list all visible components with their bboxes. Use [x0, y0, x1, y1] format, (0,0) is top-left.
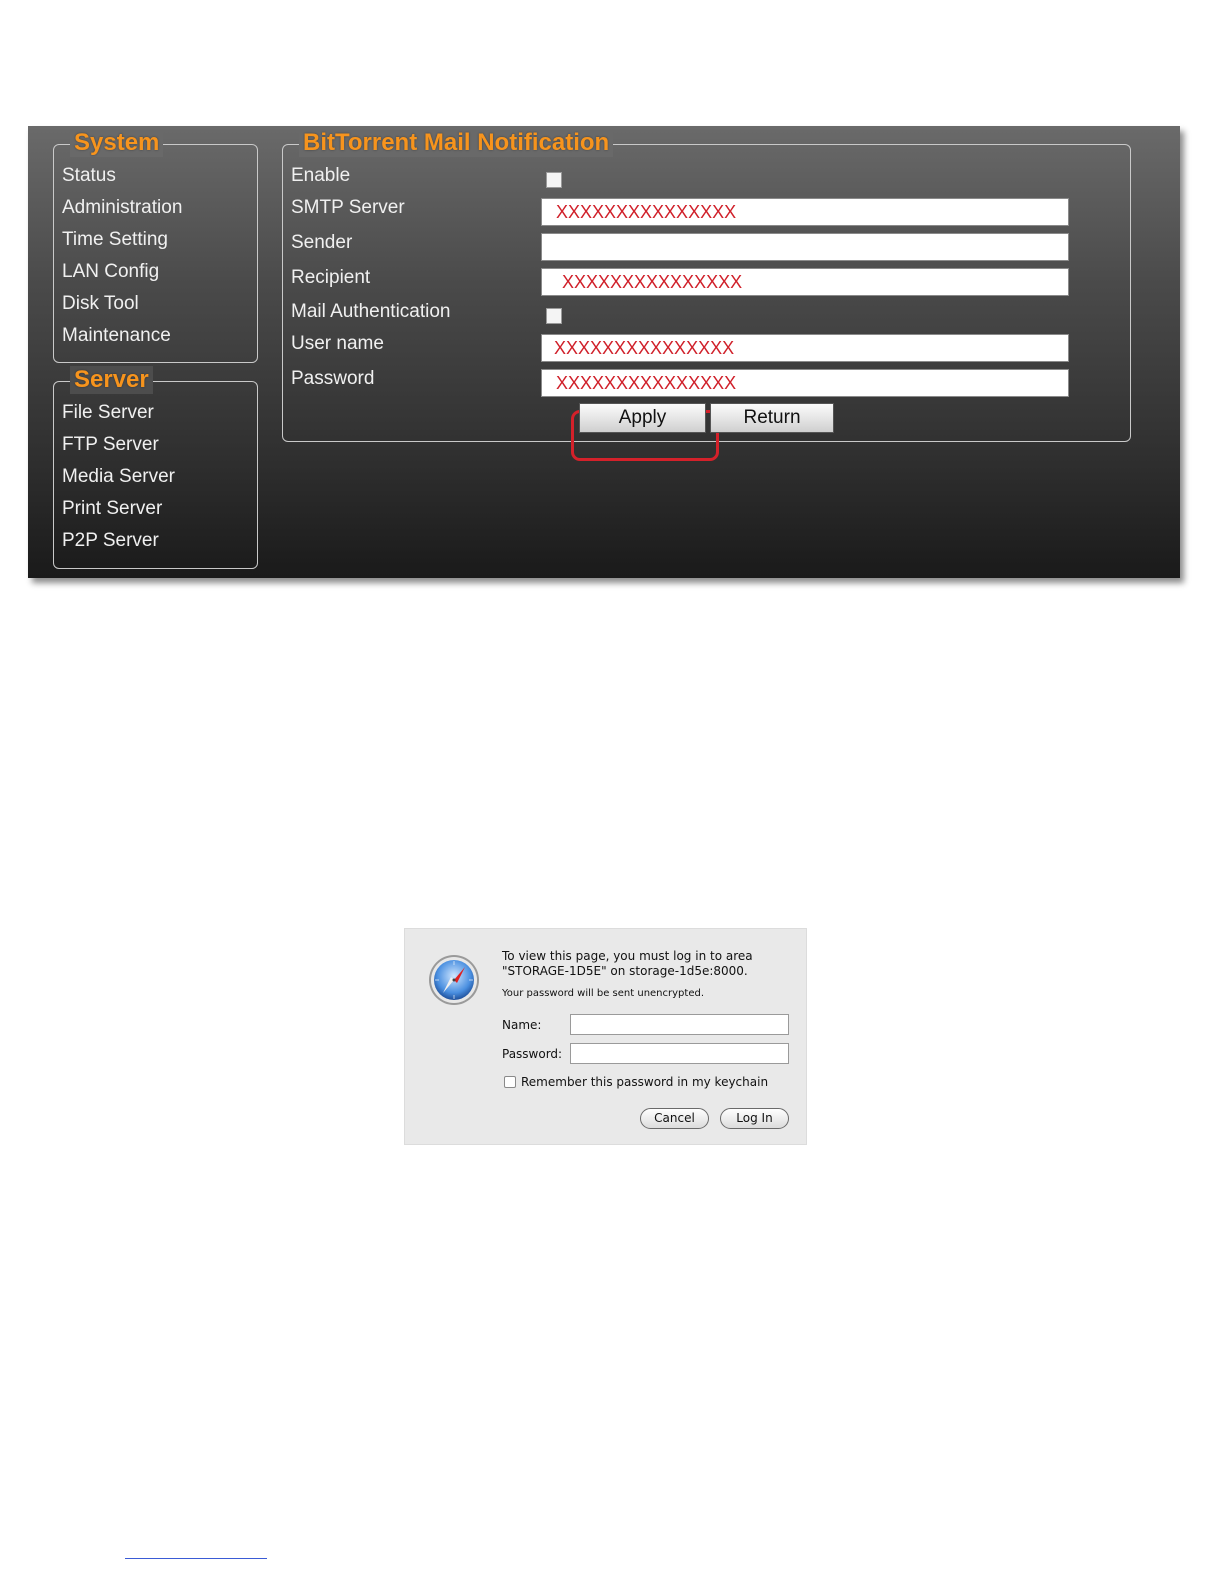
- password-label: Password: [291, 368, 375, 389]
- mail-authentication-checkbox[interactable]: [546, 308, 562, 324]
- return-button[interactable]: Return: [710, 403, 834, 433]
- menu-item-time-setting[interactable]: Time Setting: [62, 229, 168, 251]
- dialog-warning: Your password will be sent unencrypted.: [502, 988, 704, 999]
- dialog-message-line2: "STORAGE-1D5E" on storage-1d5e:8000.: [502, 964, 748, 978]
- apply-button[interactable]: Apply: [579, 403, 706, 433]
- menu-item-status[interactable]: Status: [62, 165, 116, 187]
- dialog-password-input[interactable]: [570, 1043, 789, 1064]
- footnote-rule: [125, 1558, 267, 1559]
- password-input[interactable]: XXXXXXXXXXXXXXX: [541, 369, 1069, 397]
- server-menu: Server File Server FTP Server Media Serv…: [53, 366, 258, 569]
- menu-item-administration[interactable]: Administration: [62, 197, 182, 219]
- remember-password-checkbox[interactable]: [504, 1076, 516, 1088]
- username-input[interactable]: XXXXXXXXXXXXXXX: [541, 334, 1069, 362]
- sender-input[interactable]: [541, 233, 1069, 261]
- remember-password-label: Remember this password in my keychain: [521, 1075, 769, 1089]
- system-menu-title: System: [70, 129, 164, 157]
- menu-item-file-server[interactable]: File Server: [62, 402, 154, 424]
- nas-admin-panel: System Status Administration Time Settin…: [28, 126, 1180, 578]
- mail-notification-form: BitTorrent Mail Notification Enable SMTP…: [282, 129, 1131, 461]
- smtp-server-input[interactable]: XXXXXXXXXXXXXXX: [541, 198, 1069, 226]
- name-label: Name:: [502, 1018, 542, 1032]
- server-menu-title: Server: [70, 366, 153, 394]
- menu-item-ftp-server[interactable]: FTP Server: [62, 434, 159, 456]
- smtp-server-label: SMTP Server: [291, 197, 405, 218]
- cancel-button[interactable]: Cancel: [640, 1108, 709, 1129]
- dialog-message-line1: To view this page, you must log in to ar…: [502, 949, 753, 963]
- sender-label: Sender: [291, 232, 353, 253]
- recipient-input[interactable]: XXXXXXXXXXXXXXX: [541, 268, 1069, 296]
- safari-compass-icon: [429, 955, 479, 1005]
- login-dialog: To view this page, you must log in to ar…: [404, 928, 807, 1145]
- enable-label: Enable: [291, 165, 351, 186]
- menu-item-disk-tool[interactable]: Disk Tool: [62, 293, 139, 315]
- menu-item-media-server[interactable]: Media Server: [62, 466, 175, 488]
- name-input[interactable]: [570, 1014, 789, 1035]
- menu-item-maintenance[interactable]: Maintenance: [62, 325, 171, 347]
- form-title: BitTorrent Mail Notification: [299, 129, 614, 157]
- username-label: User name: [291, 333, 384, 354]
- system-menu: System Status Administration Time Settin…: [53, 129, 258, 363]
- login-button[interactable]: Log In: [720, 1108, 789, 1129]
- menu-item-lan-config[interactable]: LAN Config: [62, 261, 159, 283]
- menu-item-p2p-server[interactable]: P2P Server: [62, 530, 159, 552]
- enable-checkbox[interactable]: [546, 172, 562, 188]
- menu-item-print-server[interactable]: Print Server: [62, 498, 162, 520]
- recipient-label: Recipient: [291, 267, 371, 288]
- dialog-password-label: Password:: [502, 1047, 563, 1061]
- mail-authentication-label: Mail Authentication: [291, 301, 451, 322]
